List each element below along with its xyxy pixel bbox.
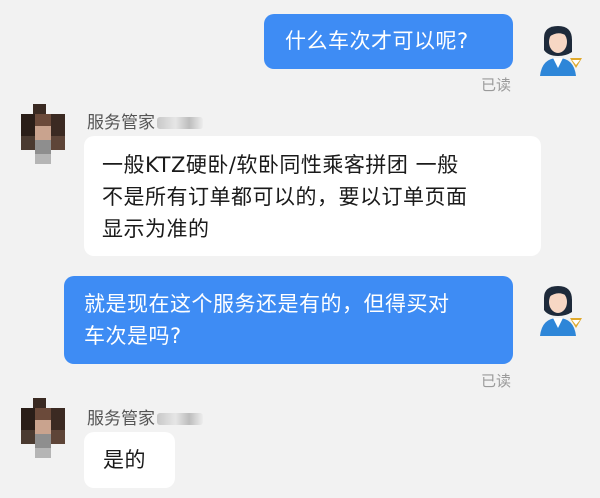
redacted-name-blur [157,117,203,129]
redacted-name-blur [157,413,203,425]
incoming-message-bubble[interactable]: 一般KTZ硬卧/软卧同性乘客拼团 一般 不是所有订单都可以的，要以订单页面 显示… [84,136,541,256]
agent-avatar [21,104,65,164]
agent-avatar [21,398,65,458]
message-text: 什么车次才可以呢? [285,29,469,53]
sender-name: 服务管家 [87,404,203,429]
message-text: 是的 [103,448,146,472]
message-line: 车次是吗? [84,324,182,348]
read-receipt: 已读 [481,372,512,390]
message-line: 一般KTZ硬卧/软卧同性乘客拼团 一般 [102,153,459,177]
outgoing-message-bubble[interactable]: 什么车次才可以呢? [264,14,513,69]
incoming-message-bubble[interactable]: 是的 [84,432,175,488]
outgoing-message-bubble[interactable]: 就是现在这个服务还是有的，但得买对 车次是吗? [64,276,513,364]
message-line: 就是现在这个服务还是有的，但得买对 [84,292,450,316]
read-receipt: 已读 [481,76,512,94]
message-line: 不是所有订单都可以的，要以订单页面 [102,185,468,209]
sender-name: 服务管家 [87,108,203,133]
self-avatar-icon [540,286,582,336]
message-line: 显示为准的 [102,217,210,241]
self-avatar-icon [540,26,582,76]
